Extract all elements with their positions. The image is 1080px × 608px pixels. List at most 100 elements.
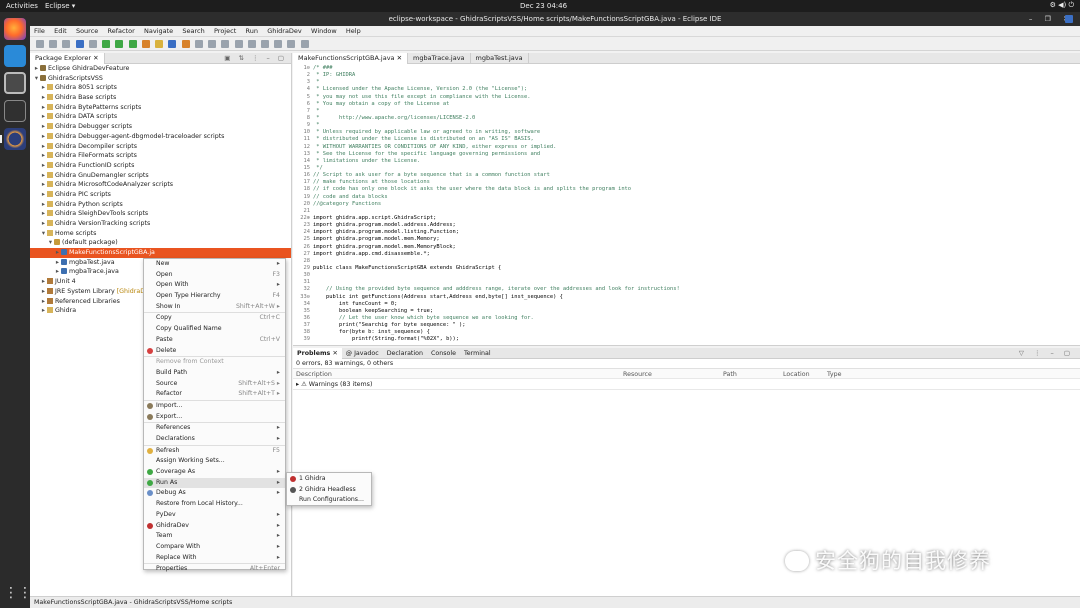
context-menu-item[interactable]: Open F3 (144, 270, 285, 281)
bottom-view-tab[interactable]: Terminal (460, 348, 495, 359)
new-java-project-icon[interactable] (155, 40, 164, 48)
menu-edit[interactable]: Edit (54, 26, 67, 37)
search-icon[interactable] (208, 40, 217, 48)
clock[interactable]: Dec 23 04:46 (520, 2, 567, 10)
expand-toggle-icon[interactable]: ▸ (40, 83, 47, 93)
context-menu-item[interactable]: Restore from Local History... (144, 499, 285, 510)
menu-search[interactable]: Search (182, 26, 204, 37)
expand-toggle-icon[interactable]: ▸ (54, 267, 61, 277)
expand-toggle-icon[interactable]: ▸ (40, 93, 47, 103)
expand-toggle-icon[interactable]: ▸ (40, 297, 47, 307)
forward-icon[interactable] (287, 40, 296, 48)
expand-toggle-icon[interactable]: ▸ (54, 258, 61, 268)
tree-item[interactable]: ▸ Ghidra FunctionID scripts (30, 161, 291, 171)
code-area[interactable]: 1⊖/* ### 2 * IP: GHIDRA 3 * 4 * Licensed un… (293, 65, 1080, 346)
expand-toggle-icon[interactable]: ▸ (40, 151, 47, 161)
tree-item[interactable]: ▸ Ghidra SleighDevTools scripts (30, 209, 291, 219)
expand-toggle-icon[interactable]: ▸ (40, 132, 47, 142)
tree-item[interactable]: ▸ Ghidra GnuDemangler scripts (30, 171, 291, 181)
bottom-view-tab[interactable]: Problems ✕ (293, 348, 342, 359)
expand-toggle-icon[interactable]: ▸ (40, 200, 47, 210)
skip-breakpoints-icon[interactable] (88, 40, 97, 48)
expand-toggle-icon[interactable]: ▾ (40, 229, 47, 239)
tree-item[interactable]: ▸ Ghidra BytePatterns scripts (30, 103, 291, 113)
tree-item[interactable]: ▸ Ghidra 8051 scripts (30, 83, 291, 93)
context-menu-item[interactable]: Properties Alt+Enter (144, 564, 285, 575)
context-menu-item[interactable]: Refresh F5 (144, 446, 285, 457)
expand-toggle-icon[interactable]: ▸ (40, 112, 47, 122)
run-as-item[interactable]: 1 Ghidra (287, 474, 371, 485)
context-menu-item[interactable]: Coverage As ▸ (144, 467, 285, 478)
expand-toggle-icon[interactable]: ▸ (40, 103, 47, 113)
expand-toggle-icon[interactable]: ▸ (40, 190, 47, 200)
menu-project[interactable]: Project (214, 26, 236, 37)
context-menu-item[interactable]: Team ▸ (144, 531, 285, 542)
context-menu-item[interactable]: Build Path ▸ (144, 368, 285, 379)
next-annotation-icon[interactable] (234, 40, 243, 48)
menu-file[interactable]: File (34, 26, 45, 37)
context-menu-item[interactable]: Open Type Hierarchy F4 (144, 291, 285, 302)
context-menu-item[interactable]: Import... (144, 401, 285, 412)
editor-tab[interactable]: mgbaTest.java (471, 53, 529, 64)
tree-item[interactable]: ▸ Ghidra MicrosoftCodeAnalyzer scripts (30, 180, 291, 190)
bottom-view-tab[interactable]: Console (427, 348, 460, 359)
files-icon[interactable] (4, 72, 26, 94)
open-type-icon[interactable] (194, 40, 203, 48)
new-package-icon[interactable] (168, 40, 177, 48)
menu-run[interactable]: Run (245, 26, 257, 37)
expand-toggle-icon[interactable]: ▸ (40, 287, 47, 297)
menu-navigate[interactable]: Navigate (144, 26, 173, 37)
tree-item[interactable]: ▸ Ghidra Debugger scripts (30, 122, 291, 132)
back-icon[interactable] (274, 40, 283, 48)
new-icon[interactable] (36, 40, 44, 48)
tree-item[interactable]: ▸ Ghidra DATA scripts (30, 112, 291, 122)
problems-view-controls[interactable]: ▽ ⋮ – ▢ (1019, 348, 1074, 359)
save-icon[interactable] (49, 40, 58, 48)
editor-tab[interactable]: mgbaTrace.java (408, 53, 471, 64)
view-controls[interactable]: ▣ ⇅ ⋮ – ▢ (224, 53, 287, 64)
bottom-view-tab[interactable]: @ Javadoc (342, 348, 383, 359)
system-tray[interactable]: ⚙ ◀) ⏻ (1050, 1, 1074, 10)
run-as-item[interactable]: Run Configurations... (287, 495, 371, 506)
firefox-icon[interactable] (4, 18, 26, 40)
context-menu-item[interactable]: Paste Ctrl+V (144, 335, 285, 346)
save-all-icon[interactable] (62, 40, 71, 48)
context-menu-item[interactable]: References ▸ (144, 423, 285, 434)
tree-item[interactable]: ▸ Eclipse GhidraDevFeature (30, 64, 291, 74)
expand-toggle-icon[interactable]: ▸ (40, 142, 47, 152)
expand-toggle-icon[interactable]: ▸ (40, 171, 47, 181)
context-menu-item[interactable]: Show In Shift+Alt+W ▸ (144, 302, 285, 313)
bottom-view-tab[interactable]: Declaration (383, 348, 427, 359)
expand-toggle-icon[interactable]: ▸ (40, 306, 47, 316)
tree-item[interactable]: ▾ Home scripts (30, 229, 291, 239)
run-icon[interactable] (115, 40, 124, 48)
tree-item[interactable]: ▸ Ghidra Python scripts (30, 200, 291, 210)
context-menu-item[interactable]: Compare With ▸ (144, 542, 285, 553)
new-class-icon[interactable] (181, 40, 190, 48)
context-menu-item[interactable]: Copy Ctrl+C (144, 313, 285, 324)
context-menu-item[interactable]: Run As ▸ (144, 477, 285, 489)
expand-toggle-icon[interactable]: ▸ (40, 277, 47, 287)
expand-toggle-icon[interactable]: ▾ (47, 238, 54, 248)
context-menu-item[interactable]: GhidraDev ▸ (144, 521, 285, 532)
expand-toggle-icon[interactable]: ▸ (40, 180, 47, 190)
context-menu-item[interactable]: Source Shift+Alt+S ▸ (144, 379, 285, 390)
menu-help[interactable]: Help (346, 26, 361, 37)
last-edit-icon[interactable] (260, 40, 269, 48)
run-as-item[interactable]: 2 Ghidra Headless (287, 485, 371, 496)
menu-ghidradev[interactable]: GhidraDev (267, 26, 302, 37)
expand-toggle-icon[interactable]: ▸ (54, 248, 61, 258)
menu-refactor[interactable]: Refactor (108, 26, 135, 37)
expand-toggle-icon[interactable]: ▾ (33, 74, 40, 84)
tree-item[interactable]: ▸ MakeFunctionsScriptGBA.ja (30, 248, 291, 258)
context-menu-item[interactable]: Declarations ▸ (144, 434, 285, 445)
expand-toggle-icon[interactable]: ▸ (40, 219, 47, 229)
warnings-row[interactable]: ▸ ⚠ Warnings (83 items) (293, 379, 1080, 390)
tree-item[interactable]: ▸ Ghidra Debugger-agent-dbgmodel-traceloa… (30, 132, 291, 142)
context-menu-item[interactable]: Debug As ▸ (144, 488, 285, 499)
tree-item[interactable]: ▸ Ghidra VersionTracking scripts (30, 219, 291, 229)
coverage-icon[interactable] (128, 40, 137, 48)
debug-icon[interactable] (102, 40, 111, 48)
menu-source[interactable]: Source (76, 26, 98, 37)
activities-button[interactable]: Activities (6, 2, 38, 10)
